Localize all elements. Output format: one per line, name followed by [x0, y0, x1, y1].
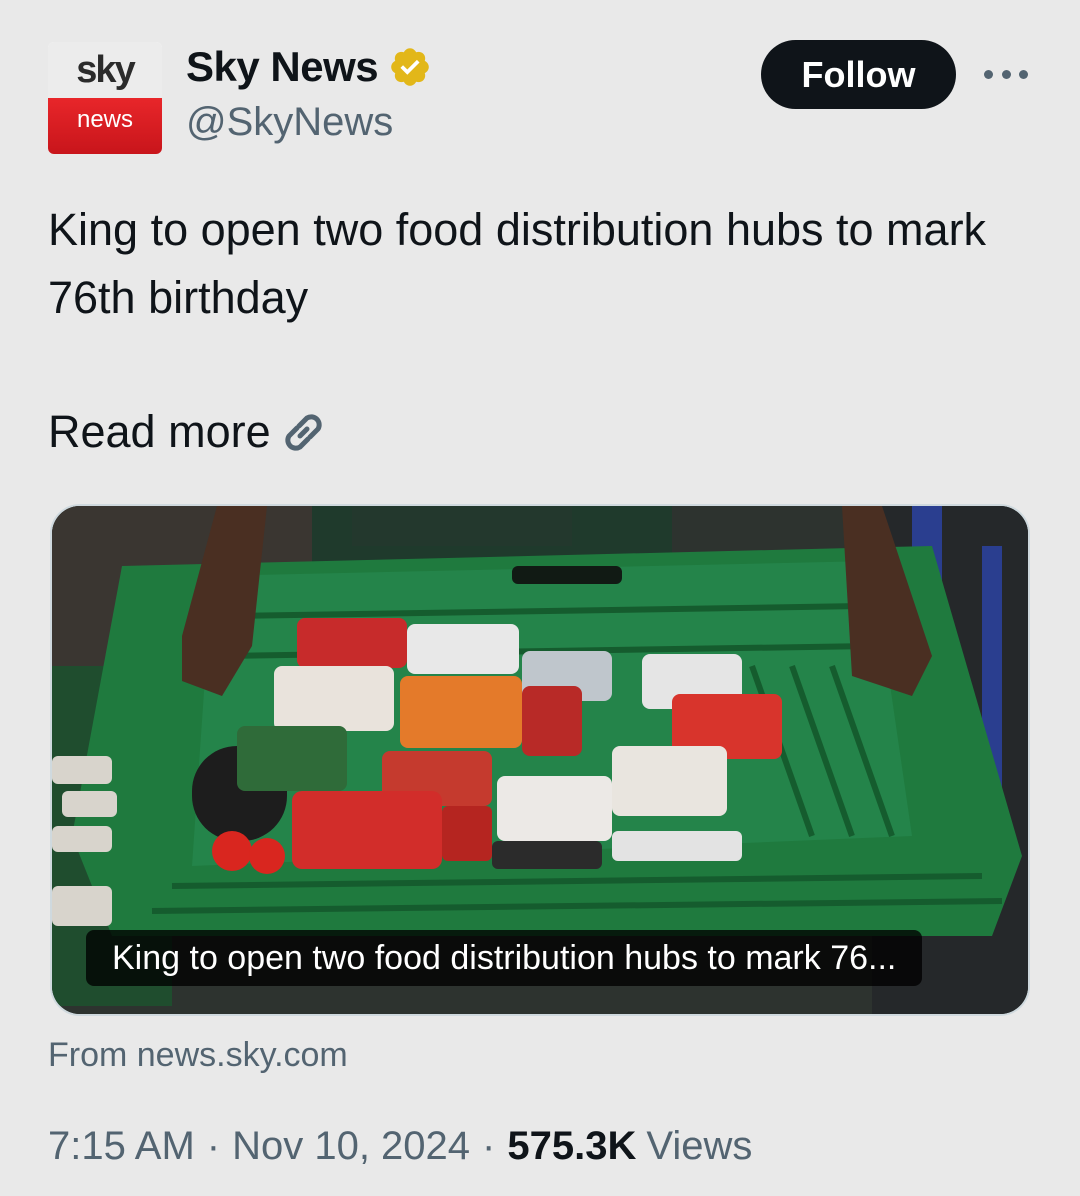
tweet: sky news Sky News @SkyNews Follow King t…: [0, 0, 1080, 1196]
card-source[interactable]: From news.sky.com: [48, 1036, 348, 1075]
author-info: Sky News @SkyNews: [186, 40, 432, 145]
post-time[interactable]: 7:15 AM: [48, 1124, 195, 1169]
views-count: 575.3K: [507, 1124, 637, 1168]
card-caption: King to open two food distribution hubs …: [86, 930, 923, 986]
link-card[interactable]: King to open two food distribution hubs …: [50, 504, 1030, 1016]
tweet-metadata: 7:15 AM · Nov 10, 2024 · 575.3K Views: [48, 1124, 752, 1169]
link-icon: [284, 414, 322, 451]
tweet-text: King to open two food distribution hubs …: [48, 204, 987, 323]
views-label: Views: [646, 1124, 753, 1168]
read-more-label[interactable]: Read more: [48, 406, 271, 458]
verified-badge-icon: [391, 48, 429, 86]
avatar-logo-text: sky: [76, 48, 135, 91]
separator: ·: [482, 1124, 496, 1168]
post-date[interactable]: Nov 10, 2024: [232, 1124, 470, 1169]
handle[interactable]: @SkyNews: [186, 100, 432, 145]
follow-button[interactable]: Follow: [761, 40, 956, 109]
avatar-logo-subtext: news: [76, 106, 134, 133]
display-name[interactable]: Sky News: [186, 43, 379, 91]
avatar[interactable]: sky news: [48, 42, 162, 154]
avatar-logo-top: sky: [48, 42, 162, 98]
separator: ·: [206, 1124, 221, 1168]
read-more-link[interactable]: Read more: [48, 402, 333, 462]
display-name-row[interactable]: Sky News: [186, 40, 432, 94]
more-horizontal-icon[interactable]: [984, 60, 1028, 88]
avatar-logo-bottom: news: [48, 98, 162, 154]
